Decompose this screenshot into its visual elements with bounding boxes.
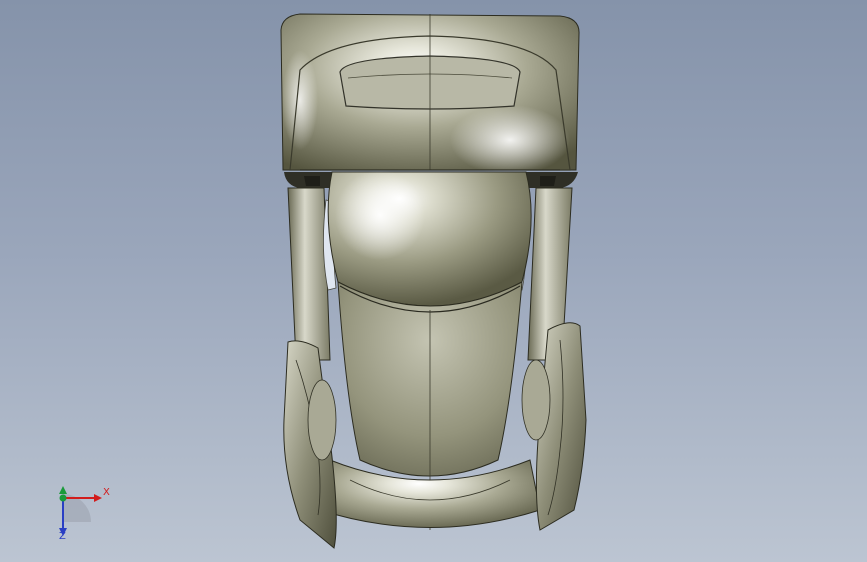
z-axis-label: Z bbox=[59, 531, 66, 542]
right-mirror bbox=[540, 176, 556, 186]
x-axis-label: X bbox=[103, 487, 110, 498]
graphics-viewport[interactable]: X Y Z bbox=[0, 0, 867, 562]
car-model-top-view[interactable] bbox=[0, 0, 867, 562]
left-mirror bbox=[304, 176, 320, 186]
left-wheel-arch bbox=[307, 379, 337, 461]
coordinate-triad: X Y Z bbox=[40, 478, 120, 548]
right-wheel-arch bbox=[521, 359, 551, 441]
left-side-body[interactable] bbox=[287, 187, 331, 361]
